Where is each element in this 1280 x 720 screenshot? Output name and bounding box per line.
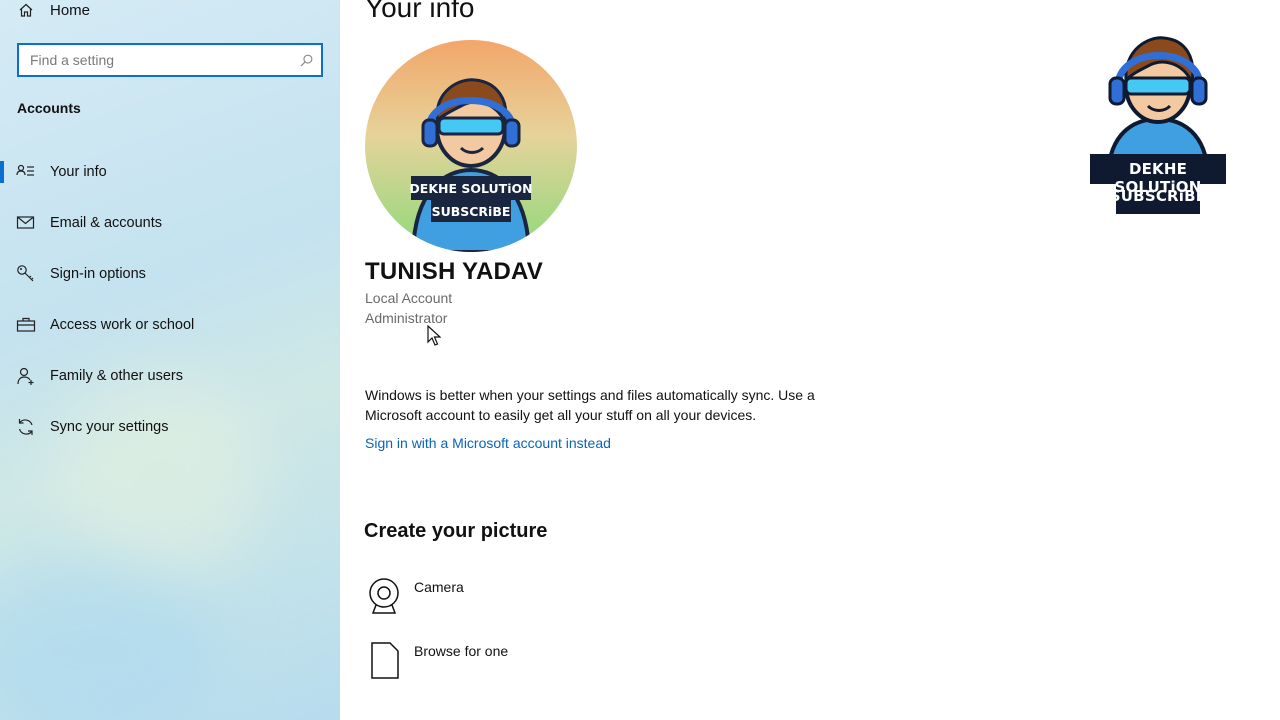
sidebar-item-sync-settings[interactable]: Sync your settings (0, 401, 340, 452)
sidebar-item-sign-in-options[interactable]: Sign-in options (0, 248, 340, 299)
sidebar-item-label: Email & accounts (50, 214, 163, 231)
browse-option[interactable]: Browse for one (368, 641, 508, 681)
sidebar: Home Accounts Your info (0, 0, 340, 720)
home-nav-item[interactable]: Home (18, 0, 90, 22)
section-title: Accounts (17, 100, 81, 116)
sidebar-item-email-accounts[interactable]: Email & accounts (0, 197, 340, 248)
avatar-text-line2: SUBSCRiBE (432, 204, 511, 219)
sidebar-nav: Your info Email & accounts Sign-in optio… (0, 146, 340, 452)
document-icon (371, 642, 399, 679)
profile-picture: DEKHE SOLUTiON SUBSCRiBE (365, 40, 577, 252)
page-title: Your info (365, 0, 475, 23)
home-icon (19, 3, 33, 17)
sync-icon (16, 417, 36, 437)
mouse-cursor (427, 325, 441, 346)
search-icon[interactable] (291, 53, 321, 68)
microsoft-signin-link[interactable]: Sign in with a Microsoft account instead (365, 435, 611, 451)
background-blob (0, 560, 220, 720)
camera-option[interactable]: Camera (368, 577, 464, 617)
channel-logo: DEKHE SOLUTiON SUBSCRiBE (1088, 24, 1228, 216)
sidebar-item-label: Sign-in options (50, 265, 146, 282)
sidebar-item-label: Your info (50, 163, 107, 180)
search-box[interactable] (17, 43, 323, 77)
sidebar-item-family-other-users[interactable]: Family & other users (0, 350, 340, 401)
sidebar-item-access-work-school[interactable]: Access work or school (0, 299, 340, 350)
sidebar-item-label: Sync your settings (50, 418, 169, 435)
account-role: Administrator (365, 310, 448, 326)
key-icon (16, 264, 36, 284)
create-picture-title: Create your picture (364, 520, 548, 542)
camera-label: Camera (414, 579, 464, 595)
mail-icon (16, 213, 36, 233)
briefcase-icon (16, 315, 36, 335)
channel-logo-line2: SUBSCRiBE (1109, 187, 1207, 205)
home-label: Home (50, 1, 91, 19)
webcam-icon (369, 578, 399, 614)
account-type: Local Account (365, 290, 453, 306)
avatar-text-line1: DEKHE SOLUTiON (409, 181, 532, 196)
person-card-icon (16, 162, 36, 182)
sidebar-item-your-info[interactable]: Your info (0, 146, 340, 197)
user-name: TUNISH YADAV (365, 258, 543, 285)
sync-message: Windows is better when your settings and… (365, 387, 815, 423)
sidebar-item-label: Family & other users (50, 367, 183, 384)
browse-label: Browse for one (414, 643, 509, 659)
person-add-icon (16, 366, 36, 386)
sidebar-item-label: Access work or school (50, 316, 195, 333)
search-input[interactable] (19, 45, 291, 75)
